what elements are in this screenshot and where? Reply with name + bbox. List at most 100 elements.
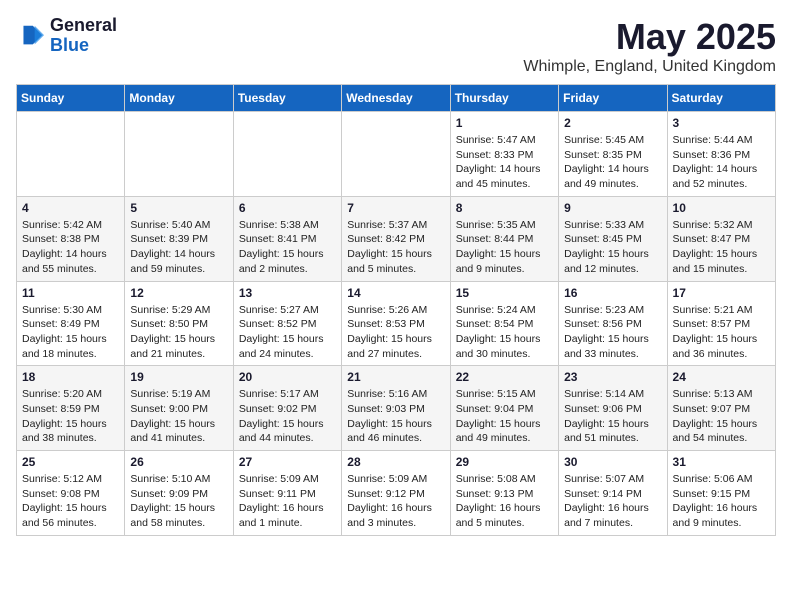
calendar-cell: 28Sunrise: 5:09 AM Sunset: 9:12 PM Dayli… xyxy=(342,451,450,536)
day-number: 4 xyxy=(22,201,119,215)
calendar-cell: 27Sunrise: 5:09 AM Sunset: 9:11 PM Dayli… xyxy=(233,451,341,536)
day-number: 8 xyxy=(456,201,553,215)
calendar-cell: 3 Sunrise: 5:44 AM Sunset: 8:36 PM Daylig… xyxy=(667,112,775,197)
calendar-cell: 7 Sunrise: 5:37 AM Sunset: 8:42 PM Daylig… xyxy=(342,196,450,281)
day-detail: Sunrise: 5:45 AM Sunset: 8:35 PM Dayligh… xyxy=(564,133,661,192)
day-detail: Sunrise: 5:30 AM Sunset: 8:49 PM Dayligh… xyxy=(22,303,119,362)
day-number: 1 xyxy=(456,116,553,130)
day-detail: Sunrise: 5:44 AM Sunset: 8:36 PM Dayligh… xyxy=(673,133,770,192)
day-number: 2 xyxy=(564,116,661,130)
calendar-cell: 29 Sunrise: 5:08 AM Sunset: 9:13 PM Dayli… xyxy=(450,451,558,536)
day-number: 25 xyxy=(22,455,119,469)
day-number: 19 xyxy=(130,370,227,384)
day-number: 17 xyxy=(673,286,770,300)
day-detail: Sunrise: 5:09 AM Sunset: 9:12 PM Dayligh… xyxy=(347,472,444,531)
calendar-title: May 2025 xyxy=(523,16,776,58)
day-detail: Sunrise: 5:06 AM Sunset: 9:15 PM Dayligh… xyxy=(673,472,770,531)
day-detail: Sunrise: 5:47 AM Sunset: 8:33 PM Dayligh… xyxy=(456,133,553,192)
calendar-cell: 6Sunrise: 5:38 AM Sunset: 8:41 PM Daylig… xyxy=(233,196,341,281)
day-detail: Sunrise: 5:13 AM Sunset: 9:07 PM Dayligh… xyxy=(673,387,770,446)
calendar-cell: 26 Sunrise: 5:10 AM Sunset: 9:09 PM Dayli… xyxy=(125,451,233,536)
day-detail: Sunrise: 5:16 AM Sunset: 9:03 PM Dayligh… xyxy=(347,387,444,446)
day-number: 30 xyxy=(564,455,661,469)
day-number: 22 xyxy=(456,370,553,384)
day-number: 29 xyxy=(456,455,553,469)
calendar-cell: 17 Sunrise: 5:21 AM Sunset: 8:57 PM Dayli… xyxy=(667,281,775,366)
day-number: 10 xyxy=(673,201,770,215)
day-detail: Sunrise: 5:38 AM Sunset: 8:41 PM Dayligh… xyxy=(239,218,336,277)
day-number: 9 xyxy=(564,201,661,215)
day-number: 23 xyxy=(564,370,661,384)
calendar-cell: 12Sunrise: 5:29 AM Sunset: 8:50 PM Dayli… xyxy=(125,281,233,366)
day-detail: Sunrise: 5:32 AM Sunset: 8:47 PM Dayligh… xyxy=(673,218,770,277)
day-number: 13 xyxy=(239,286,336,300)
calendar-cell: 24 Sunrise: 5:13 AM Sunset: 9:07 PM Dayli… xyxy=(667,366,775,451)
day-number: 18 xyxy=(22,370,119,384)
calendar-cell: 14 Sunrise: 5:26 AM Sunset: 8:53 PM Dayli… xyxy=(342,281,450,366)
day-detail: Sunrise: 5:15 AM Sunset: 9:04 PM Dayligh… xyxy=(456,387,553,446)
day-number: 24 xyxy=(673,370,770,384)
day-detail: Sunrise: 5:29 AM Sunset: 8:50 PM Dayligh… xyxy=(130,303,227,362)
weekday-header-wednesday: Wednesday xyxy=(342,85,450,112)
day-number: 15 xyxy=(456,286,553,300)
day-detail: Sunrise: 5:20 AM Sunset: 8:59 PM Dayligh… xyxy=(22,387,119,446)
calendar-cell: 16 Sunrise: 5:23 AM Sunset: 8:56 PM Dayli… xyxy=(559,281,667,366)
calendar-cell: 30Sunrise: 5:07 AM Sunset: 9:14 PM Dayli… xyxy=(559,451,667,536)
day-number: 20 xyxy=(239,370,336,384)
weekday-header-friday: Friday xyxy=(559,85,667,112)
logo: General Blue xyxy=(16,16,117,56)
day-detail: Sunrise: 5:37 AM Sunset: 8:42 PM Dayligh… xyxy=(347,218,444,277)
day-number: 14 xyxy=(347,286,444,300)
calendar-row-2: 4 Sunrise: 5:42 AM Sunset: 8:38 PM Daylig… xyxy=(17,196,776,281)
day-detail: Sunrise: 5:14 AM Sunset: 9:06 PM Dayligh… xyxy=(564,387,661,446)
calendar-cell: 19 Sunrise: 5:19 AM Sunset: 9:00 PM Dayli… xyxy=(125,366,233,451)
day-detail: Sunrise: 5:33 AM Sunset: 8:45 PM Dayligh… xyxy=(564,218,661,277)
day-detail: Sunrise: 5:10 AM Sunset: 9:09 PM Dayligh… xyxy=(130,472,227,531)
logo-general: General xyxy=(50,16,117,36)
day-number: 3 xyxy=(673,116,770,130)
day-detail: Sunrise: 5:19 AM Sunset: 9:00 PM Dayligh… xyxy=(130,387,227,446)
calendar-cell: 1 Sunrise: 5:47 AM Sunset: 8:33 PM Daylig… xyxy=(450,112,558,197)
day-detail: Sunrise: 5:42 AM Sunset: 8:38 PM Dayligh… xyxy=(22,218,119,277)
calendar-cell: 22 Sunrise: 5:15 AM Sunset: 9:04 PM Dayli… xyxy=(450,366,558,451)
day-detail: Sunrise: 5:08 AM Sunset: 9:13 PM Dayligh… xyxy=(456,472,553,531)
calendar-cell: 10 Sunrise: 5:32 AM Sunset: 8:47 PM Dayli… xyxy=(667,196,775,281)
day-number: 7 xyxy=(347,201,444,215)
day-detail: Sunrise: 5:26 AM Sunset: 8:53 PM Dayligh… xyxy=(347,303,444,362)
weekday-header-row: SundayMondayTuesdayWednesdayThursdayFrid… xyxy=(17,85,776,112)
logo-blue: Blue xyxy=(50,36,117,56)
calendar-row-3: 11 Sunrise: 5:30 AM Sunset: 8:49 PM Dayli… xyxy=(17,281,776,366)
weekday-header-tuesday: Tuesday xyxy=(233,85,341,112)
calendar-cell: 9 Sunrise: 5:33 AM Sunset: 8:45 PM Daylig… xyxy=(559,196,667,281)
calendar-cell: 4 Sunrise: 5:42 AM Sunset: 8:38 PM Daylig… xyxy=(17,196,125,281)
calendar-table: SundayMondayTuesdayWednesdayThursdayFrid… xyxy=(16,84,776,536)
calendar-cell: 13Sunrise: 5:27 AM Sunset: 8:52 PM Dayli… xyxy=(233,281,341,366)
weekday-header-monday: Monday xyxy=(125,85,233,112)
day-detail: Sunrise: 5:35 AM Sunset: 8:44 PM Dayligh… xyxy=(456,218,553,277)
calendar-cell: 15 Sunrise: 5:24 AM Sunset: 8:54 PM Dayli… xyxy=(450,281,558,366)
day-number: 26 xyxy=(130,455,227,469)
calendar-cell xyxy=(233,112,341,197)
day-detail: Sunrise: 5:12 AM Sunset: 9:08 PM Dayligh… xyxy=(22,472,119,531)
day-detail: Sunrise: 5:17 AM Sunset: 9:02 PM Dayligh… xyxy=(239,387,336,446)
calendar-cell: 23 Sunrise: 5:14 AM Sunset: 9:06 PM Dayli… xyxy=(559,366,667,451)
page-header: General Blue May 2025 Whimple, England, … xyxy=(16,16,776,76)
day-detail: Sunrise: 5:21 AM Sunset: 8:57 PM Dayligh… xyxy=(673,303,770,362)
day-number: 16 xyxy=(564,286,661,300)
day-number: 31 xyxy=(673,455,770,469)
calendar-row-4: 18 Sunrise: 5:20 AM Sunset: 8:59 PM Dayli… xyxy=(17,366,776,451)
calendar-cell: 8 Sunrise: 5:35 AM Sunset: 8:44 PM Daylig… xyxy=(450,196,558,281)
calendar-cell: 18 Sunrise: 5:20 AM Sunset: 8:59 PM Dayli… xyxy=(17,366,125,451)
calendar-location: Whimple, England, United Kingdom xyxy=(523,58,776,76)
weekday-header-sunday: Sunday xyxy=(17,85,125,112)
weekday-header-thursday: Thursday xyxy=(450,85,558,112)
calendar-cell xyxy=(17,112,125,197)
calendar-cell: 2 Sunrise: 5:45 AM Sunset: 8:35 PM Daylig… xyxy=(559,112,667,197)
day-detail: Sunrise: 5:24 AM Sunset: 8:54 PM Dayligh… xyxy=(456,303,553,362)
calendar-cell xyxy=(342,112,450,197)
title-block: May 2025 Whimple, England, United Kingdo… xyxy=(523,16,776,76)
day-detail: Sunrise: 5:40 AM Sunset: 8:39 PM Dayligh… xyxy=(130,218,227,277)
day-number: 11 xyxy=(22,286,119,300)
day-number: 27 xyxy=(239,455,336,469)
day-detail: Sunrise: 5:23 AM Sunset: 8:56 PM Dayligh… xyxy=(564,303,661,362)
